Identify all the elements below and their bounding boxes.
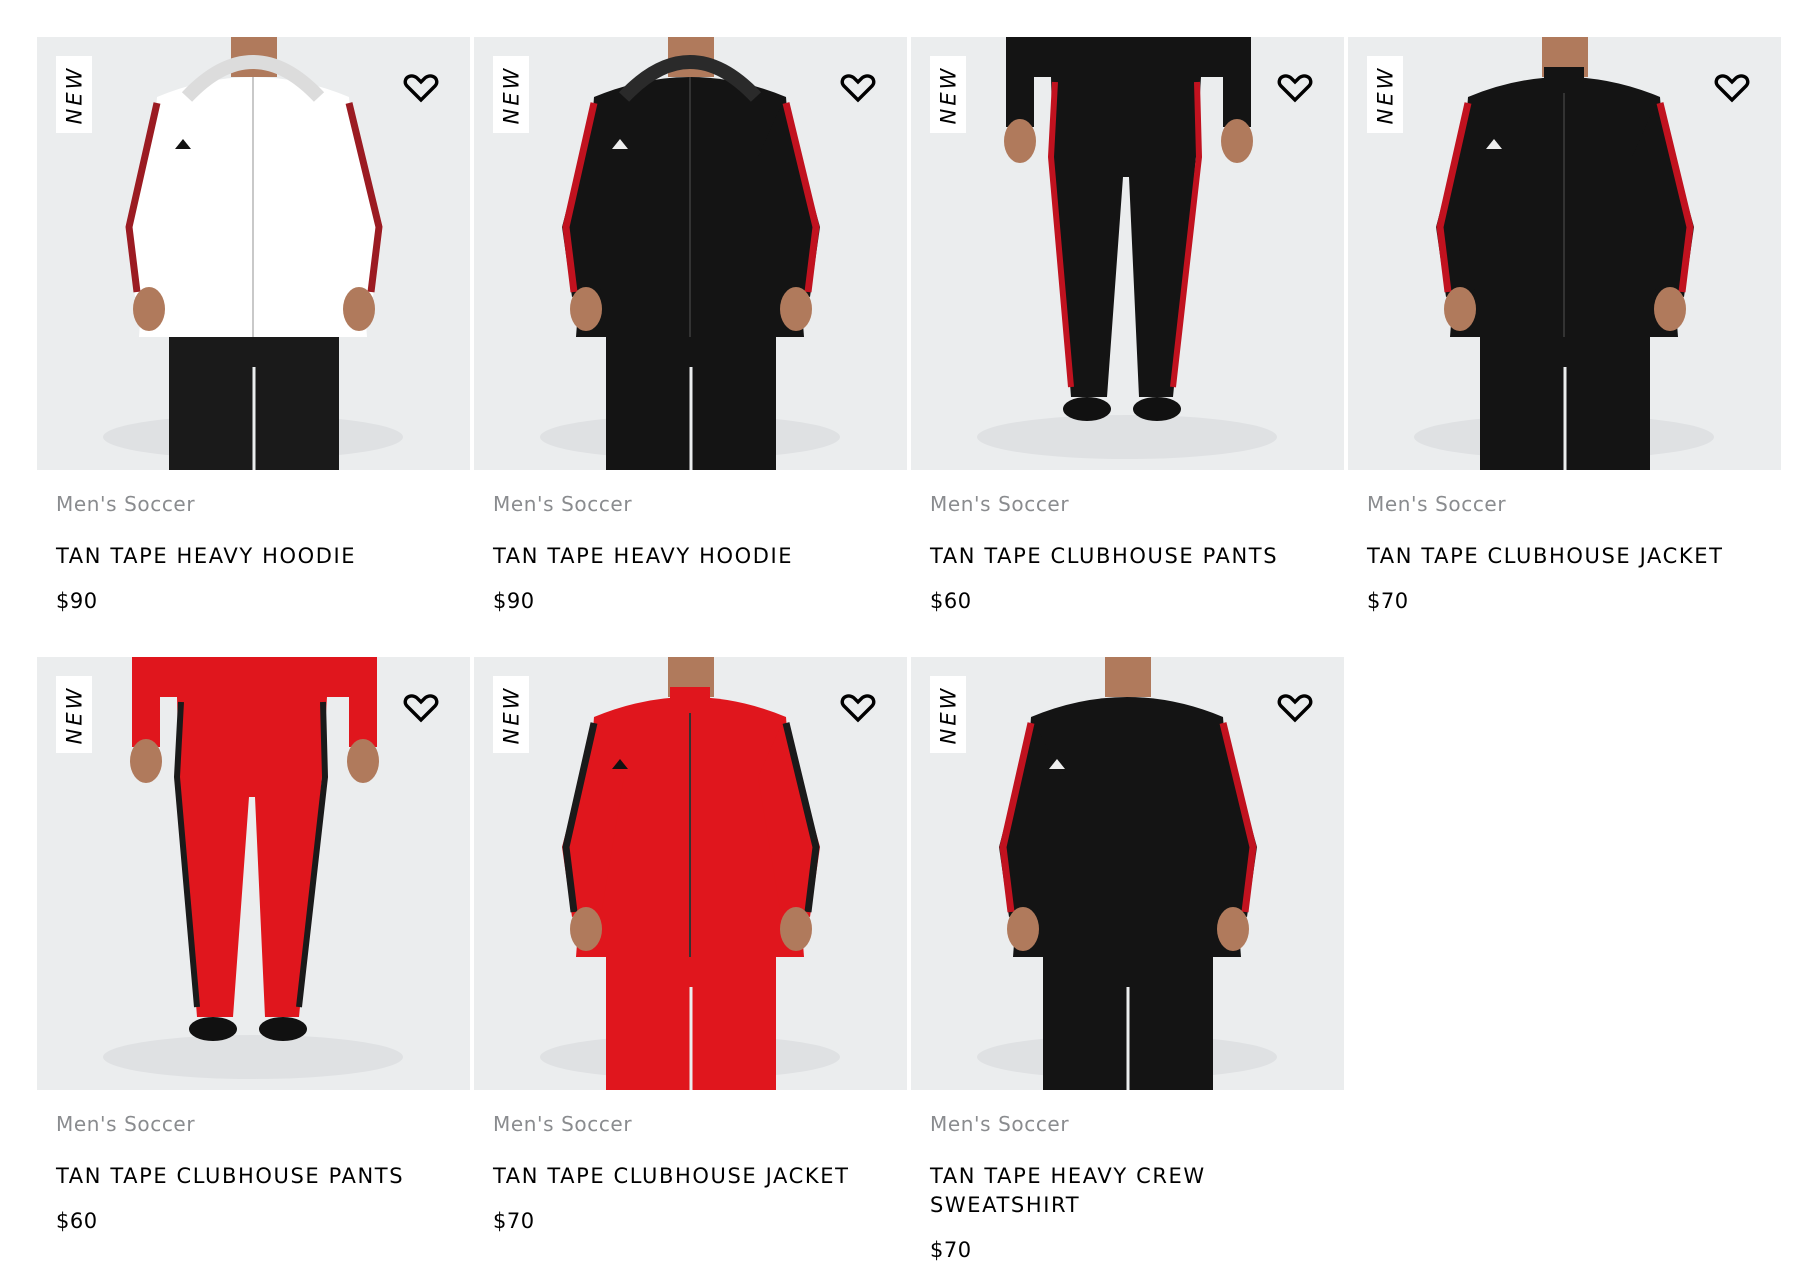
new-badge: NEW — [493, 56, 529, 133]
product-card[interactable]: NEW Men's Soccer TAN TAPE HEAVY CREW SWEAT… — [911, 657, 1344, 1277]
new-badge-label: NEW — [62, 685, 86, 744]
heart-icon — [403, 74, 439, 103]
product-category: Men's Soccer — [56, 492, 196, 516]
new-badge: NEW — [930, 56, 966, 133]
product-card[interactable]: NEW Men's Soccer TAN TAPE HEAVY HOODIE $90 — [37, 37, 470, 657]
product-price: $70 — [930, 1238, 972, 1262]
product-price: $60 — [930, 589, 972, 613]
product-image[interactable]: NEW — [474, 37, 907, 470]
product-name[interactable]: TAN TAPE CLUBHOUSE JACKET — [1367, 542, 1767, 571]
heart-icon — [1714, 74, 1750, 103]
product-card[interactable]: NEW Men's Soccer TAN TAPE CLUBHOUSE JACKET… — [474, 657, 907, 1277]
product-price: $90 — [56, 589, 98, 613]
product-category: Men's Soccer — [930, 1112, 1070, 1136]
product-image[interactable]: NEW — [911, 657, 1344, 1090]
new-badge: NEW — [930, 676, 966, 753]
new-badge: NEW — [1367, 56, 1403, 133]
product-category: Men's Soccer — [1367, 492, 1507, 516]
wishlist-button[interactable] — [1712, 71, 1752, 105]
heart-icon — [840, 694, 876, 723]
new-badge: NEW — [56, 56, 92, 133]
product-image[interactable]: NEW — [37, 657, 470, 1090]
heart-icon — [403, 694, 439, 723]
heart-icon — [840, 74, 876, 103]
wishlist-button[interactable] — [1275, 691, 1315, 725]
new-badge-label: NEW — [499, 65, 523, 124]
wishlist-button[interactable] — [838, 691, 878, 725]
product-category: Men's Soccer — [56, 1112, 196, 1136]
product-price: $90 — [493, 589, 535, 613]
product-name[interactable]: TAN TAPE HEAVY HOODIE — [56, 542, 456, 571]
product-image[interactable]: NEW — [1348, 37, 1781, 470]
wishlist-button[interactable] — [838, 71, 878, 105]
product-name[interactable]: TAN TAPE HEAVY CREW SWEATSHIRT — [930, 1162, 1330, 1220]
new-badge-label: NEW — [1373, 65, 1397, 124]
heart-icon — [1277, 74, 1313, 103]
new-badge-label: NEW — [62, 65, 86, 124]
product-price: $70 — [493, 1209, 535, 1233]
product-price: $70 — [1367, 589, 1409, 613]
product-grid: NEW Men's Soccer TAN TAPE HEAVY HOODIE $90 N… — [37, 37, 1781, 1277]
wishlist-button[interactable] — [401, 71, 441, 105]
wishlist-button[interactable] — [401, 691, 441, 725]
product-image[interactable]: NEW — [37, 37, 470, 470]
heart-icon — [1277, 694, 1313, 723]
new-badge-label: NEW — [936, 65, 960, 124]
product-name[interactable]: TAN TAPE CLUBHOUSE PANTS — [56, 1162, 456, 1191]
new-badge-label: NEW — [499, 685, 523, 744]
product-price: $60 — [56, 1209, 98, 1233]
product-card[interactable]: NEW Men's Soccer TAN TAPE CLUBHOUSE JACKET… — [1348, 37, 1781, 657]
product-image[interactable]: NEW — [911, 37, 1344, 470]
product-card[interactable]: NEW Men's Soccer TAN TAPE CLUBHOUSE PANTS $… — [911, 37, 1344, 657]
new-badge-label: NEW — [936, 685, 960, 744]
product-category: Men's Soccer — [493, 1112, 633, 1136]
product-card[interactable]: NEW Men's Soccer TAN TAPE HEAVY HOODIE $90 — [474, 37, 907, 657]
product-category: Men's Soccer — [930, 492, 1070, 516]
product-image[interactable]: NEW — [474, 657, 907, 1090]
product-name[interactable]: TAN TAPE CLUBHOUSE PANTS — [930, 542, 1330, 571]
product-name[interactable]: TAN TAPE CLUBHOUSE JACKET — [493, 1162, 893, 1191]
wishlist-button[interactable] — [1275, 71, 1315, 105]
product-name[interactable]: TAN TAPE HEAVY HOODIE — [493, 542, 893, 571]
new-badge: NEW — [56, 676, 92, 753]
new-badge: NEW — [493, 676, 529, 753]
product-card[interactable]: NEW Men's Soccer TAN TAPE CLUBHOUSE PANTS $… — [37, 657, 470, 1277]
product-category: Men's Soccer — [493, 492, 633, 516]
